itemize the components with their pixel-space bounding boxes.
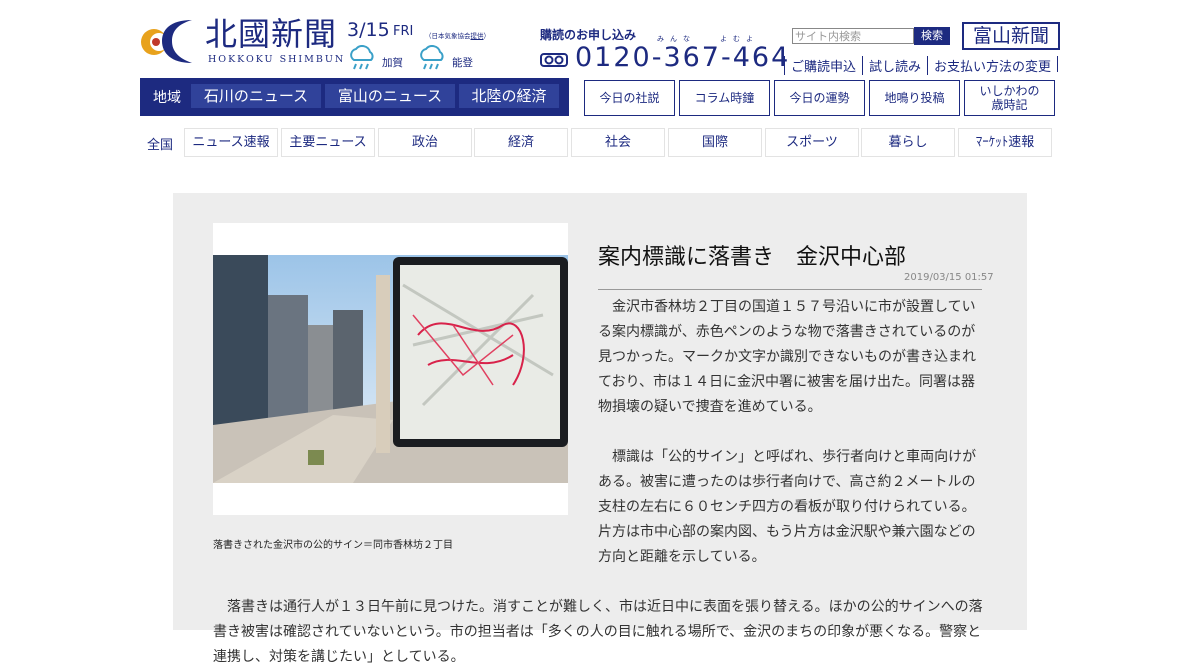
region-nav-label: 地域	[153, 90, 181, 106]
headline-divider	[598, 289, 982, 290]
article-paragraph: 落書きは通行人が１３日午前に見つけた。消すことが難しく、市は近日中に表面を張り替…	[213, 599, 983, 665]
search-input[interactable]	[792, 28, 914, 44]
logo-subtext: HOKKOKU SHIMBUN	[208, 54, 346, 65]
link-trial[interactable]: 試し読み	[862, 56, 927, 75]
box-link-fortune[interactable]: 今日の運勢	[774, 80, 865, 116]
link-payment-change[interactable]: お支払い方法の変更	[927, 56, 1057, 75]
logo-mark-icon[interactable]	[140, 16, 198, 66]
search-button[interactable]: 検索	[914, 27, 950, 45]
article-timestamp: 2019/03/15 01:57	[904, 272, 994, 283]
category-economy[interactable]: 経済	[474, 128, 568, 157]
weather-credit-link[interactable]: 提供	[471, 32, 484, 40]
freephone-icon	[540, 53, 568, 67]
subscribe-title[interactable]: 購読のお申し込み	[540, 26, 636, 43]
box-link-editorial[interactable]: 今日の社説	[584, 80, 675, 116]
article-paragraph: 金沢市香林坊２丁目の国道１５７号沿いに市が設置している案内標識が、赤色ペンのよう…	[598, 299, 976, 415]
day-of-week: FRI	[393, 24, 414, 39]
article-paragraph: 標識は「公的サイン」と呼ばれ、歩行者向けと車両向けがある。被害に遭ったのは歩行者…	[598, 449, 977, 565]
box-link-seasonal[interactable]: いしかわの 歳時記	[964, 80, 1055, 116]
category-international[interactable]: 国際	[668, 128, 762, 157]
article-photo	[213, 255, 568, 483]
category-sports[interactable]: スポーツ	[765, 128, 859, 157]
weather-label-noto: 能登	[452, 57, 473, 69]
box-link-reader-posts[interactable]: 地鳴り投稿	[869, 80, 960, 116]
current-date: 3/15	[347, 19, 390, 41]
category-breaking-news[interactable]: ニュース速報	[184, 128, 278, 157]
weather-credit: （日本気象協会提供）	[425, 32, 490, 40]
box-link-column[interactable]: コラム時鐘	[679, 80, 770, 116]
rain-icon	[420, 45, 444, 70]
tab-hokuriku-economy[interactable]: 北陸の経済	[459, 84, 559, 108]
category-lifestyle[interactable]: 暮らし	[861, 128, 955, 157]
logo-text[interactable]: 北國新聞	[205, 14, 337, 54]
header-links: ご購読申込 試し読み お支払い方法の変更	[784, 56, 1059, 75]
rain-icon	[350, 45, 374, 70]
category-politics[interactable]: 政治	[378, 128, 472, 157]
category-top-news[interactable]: 主要ニュース	[281, 128, 375, 157]
toyama-shimbun-button[interactable]: 富山新聞	[962, 22, 1060, 50]
category-market-news[interactable]: ﾏｰｹｯﾄ速報	[958, 128, 1052, 157]
tab-ishikawa-news[interactable]: 石川のニュース	[191, 84, 321, 108]
article-headline: 案内標識に落書き 金沢中心部	[598, 245, 907, 270]
link-divider	[1057, 56, 1059, 72]
category-nav-label: 全国	[147, 138, 174, 153]
weather-label-kaga: 加賀	[382, 57, 403, 69]
tab-toyama-news[interactable]: 富山のニュース	[325, 84, 455, 108]
category-society[interactable]: 社会	[571, 128, 665, 157]
subscribe-phone[interactable]: 0120-367-464	[575, 42, 790, 73]
photo-caption: 落書きされた金沢市の公的サイン＝同市香林坊２丁目	[213, 540, 453, 551]
link-subscribe[interactable]: ご購読申込	[784, 56, 862, 75]
